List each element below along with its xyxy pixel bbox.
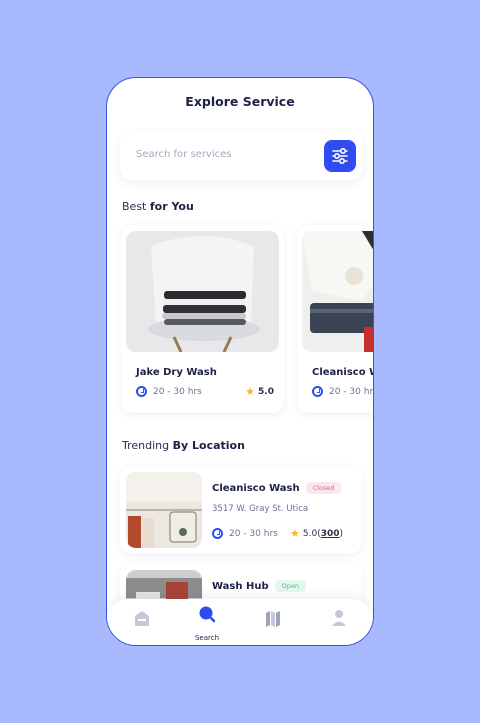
trending-heading: Trending By Location — [122, 439, 245, 452]
star-icon: ★ — [245, 385, 256, 398]
filter-button[interactable] — [324, 140, 356, 172]
service-image — [126, 231, 279, 352]
home-icon — [135, 611, 149, 626]
service-card-cleanisco-wash[interactable]: Cleanisco Wash 20 - 30 hrs — [297, 225, 373, 413]
trending-image — [126, 472, 202, 548]
filter-icon — [332, 148, 348, 164]
service-card-jake-dry-wash[interactable]: Jake Dry Wash 20 - 30 hrs ★ 5.0 — [121, 225, 284, 413]
trending-name: Cleanisco Wash Closed — [212, 482, 342, 494]
service-time: 20 - 30 hrs — [312, 386, 373, 397]
nav-item-map[interactable] — [253, 599, 293, 645]
service-name: Jake Dry Wash — [136, 367, 217, 378]
nav-item-profile[interactable] — [319, 599, 359, 645]
service-time: 20 - 30 hrs — [136, 386, 202, 397]
trending-time: 20 - 30 hrs — [212, 528, 278, 539]
trending-address: 3517 W. Gray St. Utica — [212, 504, 309, 514]
service-name: Cleanisco Wash — [312, 367, 373, 378]
profile-icon — [332, 610, 346, 626]
status-badge: Closed — [305, 482, 342, 494]
nav-item-home[interactable] — [122, 599, 162, 645]
search-bar[interactable]: Search for services — [120, 132, 362, 180]
service-image — [302, 231, 373, 352]
reviews-link[interactable]: 300 — [321, 529, 340, 539]
status-badge: Open — [274, 580, 306, 592]
phone-frame: Explore Service Search for services Best… — [106, 77, 374, 646]
star-icon: ★ — [290, 527, 300, 540]
clock-icon — [136, 386, 147, 397]
search-input[interactable]: Search for services — [136, 149, 232, 160]
nav-item-search[interactable]: Search — [187, 599, 227, 645]
trending-name: Wash Hub Open — [212, 580, 306, 592]
nav-label-search: Search — [194, 634, 220, 642]
best-for-you-heading: Best for You — [122, 200, 194, 213]
trending-rating: ★ 5.0(300) — [290, 527, 344, 540]
page-title: Explore Service — [185, 94, 295, 109]
clock-icon — [212, 528, 223, 539]
bottom-nav: Search — [107, 599, 373, 645]
map-icon — [266, 611, 280, 627]
service-rating: ★ 5.0 — [245, 385, 274, 398]
trending-item-cleanisco-wash[interactable]: Cleanisco Wash Closed 3517 W. Gray St. Ut… — [120, 466, 362, 554]
clock-icon — [312, 386, 323, 397]
